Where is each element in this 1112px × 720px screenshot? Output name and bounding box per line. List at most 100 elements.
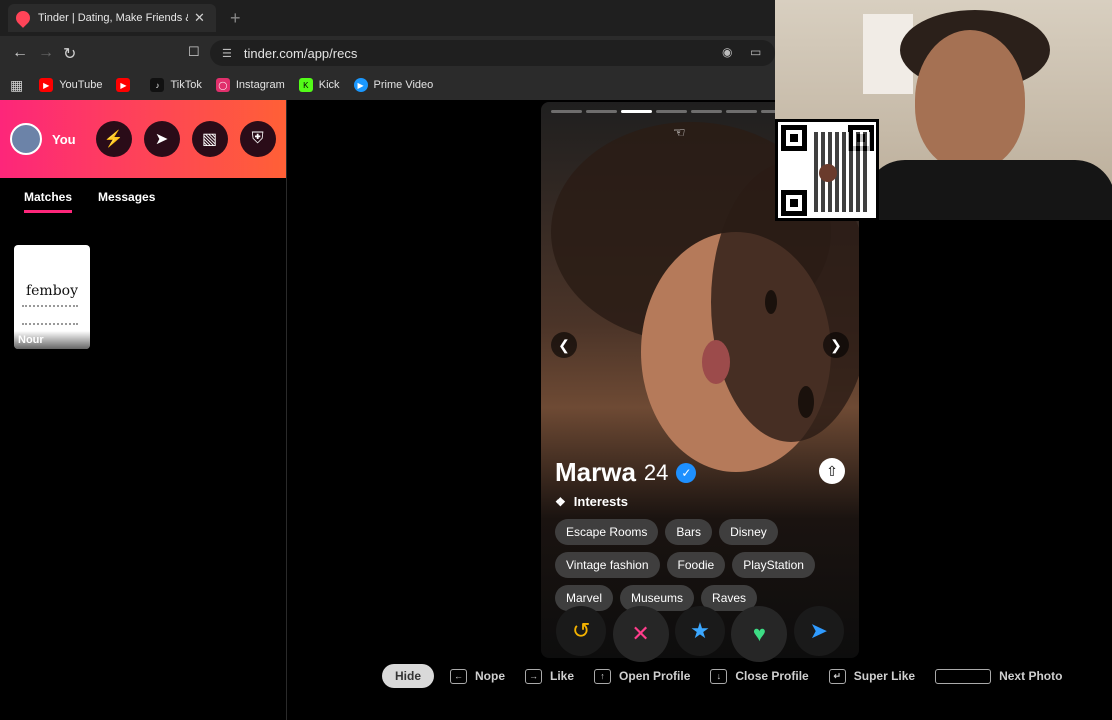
- super-like-button[interactable]: ★: [674, 606, 725, 656]
- left-arrow-key-icon: ←: [450, 668, 468, 684]
- hint-label: Nope: [475, 669, 506, 683]
- previous-photo-icon[interactable]: ❮: [551, 332, 577, 358]
- interest-chip: Vintage fashion: [555, 552, 660, 578]
- prime-video-icon: ▶: [353, 78, 368, 92]
- photo-bar: [691, 110, 722, 113]
- photo-progress-bars: [551, 110, 792, 113]
- hint-label: Close Profile: [735, 669, 809, 683]
- sidebar-header: You ⚡ ➤ ▧ ⛨: [0, 100, 286, 178]
- youtube-icon: ▶: [39, 78, 54, 92]
- address-bar[interactable]: ☰ tinder.com/app/recs ◉ ▭: [210, 40, 775, 66]
- bookmark-tiktok[interactable]: ♪ TikTok: [150, 78, 202, 92]
- verified-badge-icon: ✓: [676, 462, 697, 483]
- enter-key-icon: ↵: [828, 668, 846, 684]
- photo-bar: [551, 110, 582, 113]
- tab-matches[interactable]: Matches: [24, 190, 73, 213]
- hint-label: Super Like: [853, 669, 916, 683]
- bookmark-label: Instagram: [235, 79, 285, 91]
- hint-open-profile: ↑ Open Profile: [594, 668, 691, 684]
- bookmark-youtube-alt[interactable]: ▶: [116, 78, 136, 92]
- qr-finder: [781, 125, 807, 151]
- tab-messages[interactable]: Messages: [98, 190, 155, 213]
- bookmark-kick[interactable]: K Kick: [298, 78, 340, 92]
- hint-next-photo: Next Photo: [935, 668, 1062, 684]
- apps-grid-icon[interactable]: ▦: [10, 77, 23, 94]
- hint-label: Open Profile: [619, 669, 691, 683]
- browser-toolbar: ← → ↻ ☐ ☰ tinder.com/app/recs ◉ ▭: [0, 36, 775, 70]
- photo-bar: [726, 110, 757, 113]
- interest-chip: Foodie: [666, 552, 726, 578]
- hint-close-profile: ↓ Close Profile: [710, 668, 809, 684]
- name-row: Marwa 24 ✓: [555, 457, 845, 488]
- explore-icon[interactable]: ➤: [143, 121, 180, 157]
- hint-nope: ← Nope: [450, 668, 506, 684]
- match-card-text-lines: [22, 305, 78, 325]
- forward-icon[interactable]: →: [38, 44, 54, 62]
- tiktok-icon: ♪: [150, 78, 165, 92]
- profile-age: 24: [643, 459, 669, 485]
- photo-bar: [586, 110, 617, 113]
- qr-code: [775, 119, 879, 221]
- space-key-icon: [935, 668, 992, 684]
- hint-like: → Like: [525, 668, 575, 684]
- hide-hints-button[interactable]: Hide: [382, 664, 435, 688]
- boost-send-button[interactable]: ➤: [793, 606, 844, 656]
- interest-chip: Escape Rooms: [555, 519, 659, 545]
- boost-icon[interactable]: ⚡: [95, 121, 132, 157]
- kick-icon: K: [298, 78, 313, 92]
- shield-icon[interactable]: ⛨: [239, 121, 276, 157]
- bookmarks-bar: ▦ ▶ YouTube ▶ ♪ TikTok ◯ Instagram K Kic…: [0, 70, 775, 100]
- rewind-button[interactable]: ↺: [556, 606, 607, 656]
- match-card-word: femboy: [25, 283, 79, 299]
- url-text: tinder.com/app/recs: [243, 45, 358, 61]
- right-arrow-key-icon: →: [525, 668, 543, 684]
- interests-icon: ❖: [555, 494, 566, 509]
- location-icon[interactable]: ◉: [722, 45, 732, 59]
- webcam-shirt: [865, 160, 1112, 220]
- you-label: You: [52, 131, 76, 147]
- bookmark-icon[interactable]: ☐: [188, 44, 200, 60]
- hint-super-like: ↵ Super Like: [828, 668, 916, 684]
- new-tab-icon[interactable]: +: [230, 8, 241, 29]
- profile-button[interactable]: You: [10, 123, 76, 155]
- back-icon[interactable]: ←: [12, 44, 28, 62]
- qr-finder: [781, 190, 807, 216]
- like-button[interactable]: ♥: [731, 606, 788, 662]
- photo-bar: [656, 110, 687, 113]
- interest-chip: Bars: [665, 519, 713, 545]
- reload-icon[interactable]: ↻: [63, 44, 76, 64]
- briefcase-icon[interactable]: ▧: [191, 121, 228, 157]
- bookmark-label: TikTok: [170, 79, 202, 91]
- profile-info: Marwa 24 ✓ ❖ Interests Escape Rooms Bars…: [555, 457, 845, 618]
- up-arrow-key-icon: ↑: [594, 668, 612, 684]
- webcam-face: [915, 30, 1025, 170]
- close-tab-icon[interactable]: ✕: [194, 10, 205, 26]
- interests-label: Interests: [573, 494, 628, 509]
- browser-tab[interactable]: Tinder | Dating, Make Friends & ✕: [8, 4, 216, 32]
- tab-title: Tinder | Dating, Make Friends &: [38, 12, 188, 24]
- interest-chip: Disney: [719, 519, 778, 545]
- bookmark-youtube[interactable]: ▶ YouTube: [39, 78, 102, 92]
- keyboard-hints: Hide ← Nope → Like ↑ Open Profile ↓ Close Pr…: [382, 664, 1082, 688]
- browser-tab-strip: Tinder | Dating, Make Friends & ✕ +: [0, 0, 775, 36]
- mouse-cursor-icon: ☜: [673, 124, 686, 140]
- avatar: [10, 123, 42, 155]
- down-arrow-key-icon: ↓: [710, 668, 728, 684]
- interest-chip: PlayStation: [732, 552, 815, 578]
- site-settings-icon[interactable]: ☰: [222, 47, 232, 60]
- cast-icon[interactable]: ▭: [750, 45, 761, 59]
- nope-button[interactable]: ✕: [612, 606, 669, 662]
- next-photo-icon[interactable]: ❯: [823, 332, 849, 358]
- bookmark-instagram[interactable]: ◯ Instagram: [215, 78, 285, 92]
- qr-logo: [819, 164, 837, 182]
- youtube-alt-icon: ▶: [116, 78, 131, 92]
- interests-heading: ❖ Interests: [555, 494, 845, 509]
- profile-name: Marwa: [555, 457, 636, 487]
- hint-label: Like: [550, 669, 575, 683]
- bookmark-prime-video[interactable]: ▶ Prime Video: [353, 78, 434, 92]
- instagram-icon: ◯: [215, 78, 230, 92]
- match-name: Nour: [14, 331, 90, 349]
- match-card[interactable]: femboy Nour: [14, 245, 90, 349]
- bookmark-label: Prime Video: [373, 79, 434, 91]
- bookmark-label: Kick: [318, 79, 340, 91]
